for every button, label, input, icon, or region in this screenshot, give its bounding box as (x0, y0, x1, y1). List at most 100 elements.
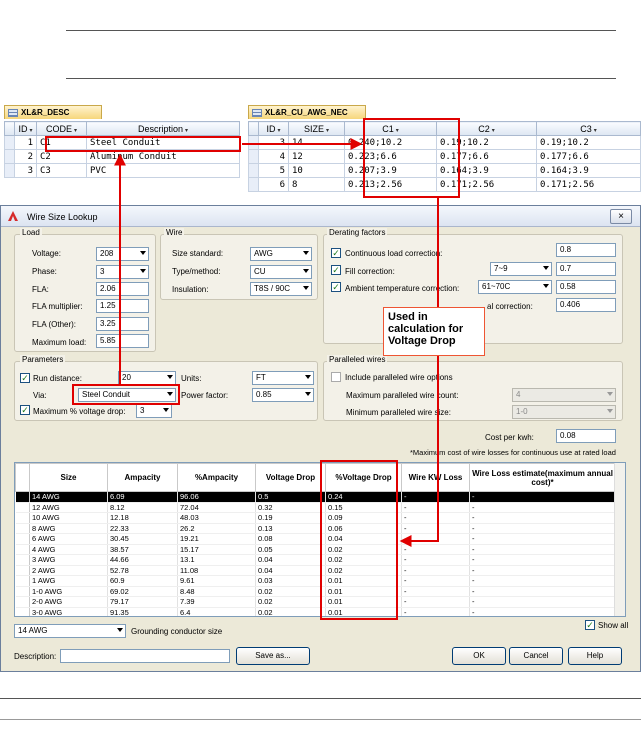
row-selector[interactable] (15, 554, 30, 566)
grid-cell: - (401, 565, 470, 576)
grid-cell: 30.45 (107, 533, 178, 545)
table-row[interactable]: 1 AWG 60.9 9.61 0.03 0.01- - (15, 575, 616, 587)
column-header-code[interactable]: CODE ▾ (36, 121, 87, 136)
row-selector[interactable] (15, 533, 30, 545)
fill-correction-checkbox[interactable]: ✓ (331, 265, 341, 275)
fla-input[interactable]: 2.06 (96, 282, 149, 296)
ambient-range-select[interactable]: 61~70C (478, 280, 552, 294)
row-selector[interactable] (15, 586, 30, 597)
grid-cell: 3-0 AWG (29, 607, 108, 616)
row-selector[interactable] (15, 565, 30, 576)
ambient-temp-label: Ambient temperature correction: (345, 284, 460, 293)
fla-multiplier-input[interactable]: 1.25 (96, 299, 149, 313)
cancel-button[interactable]: Cancel (509, 647, 563, 665)
table-row[interactable]: 3 C3 PVC (4, 163, 240, 178)
via-select-highlight (72, 384, 180, 405)
grid-header-size[interactable]: Size (29, 463, 108, 492)
awg-table-tab[interactable]: XL&R_CU_AWG_NEC (248, 105, 366, 119)
grid-cell: 79.17 (107, 596, 178, 608)
phase-select[interactable]: 3 (96, 265, 149, 279)
table-row[interactable]: 2 AWG 52.78 11.08 0.04 0.02- - (15, 565, 616, 576)
sort-arrow-icon: ▾ (29, 127, 33, 134)
grounding-conductor-label: Grounding conductor size (131, 627, 223, 636)
total-correction-input[interactable]: 0.406 (556, 298, 616, 312)
grid-vertical-scrollbar[interactable] (614, 463, 625, 616)
maximum-load-input[interactable]: 5.85 (96, 334, 149, 348)
power-factor-select[interactable]: 0.85 (252, 388, 314, 402)
run-distance-checkbox[interactable]: ✓ (20, 373, 30, 383)
help-button[interactable]: Help (568, 647, 622, 665)
grid-header-wire-kw-loss[interactable]: Wire KW Loss (401, 463, 470, 492)
row-selector[interactable] (15, 575, 30, 587)
grid-cell: 8.12 (107, 502, 178, 513)
row-selector[interactable] (15, 512, 30, 524)
derating-group-label: Derating factors (327, 228, 388, 237)
row-selector[interactable] (15, 596, 30, 608)
include-paralleled-checkbox[interactable] (331, 372, 341, 382)
run-distance-input[interactable]: 20 (118, 371, 176, 385)
table-row[interactable]: 6 AWG 30.45 19.21 0.08 0.04- - (15, 533, 616, 545)
description-input[interactable] (60, 649, 230, 663)
grid-cell: 19.21 (177, 533, 256, 545)
close-button[interactable]: × (610, 209, 632, 224)
column-header-size[interactable]: SIZE ▾ (288, 121, 345, 136)
grid-cell: 14 AWG (29, 491, 108, 503)
table-row[interactable]: 4 AWG 38.57 15.17 0.05 0.02- - (15, 544, 616, 555)
fill-range-select[interactable]: 7~9 (490, 262, 552, 276)
show-all-checkbox[interactable]: ✓ (585, 620, 595, 630)
grid-header-ampacity[interactable]: Ampacity (107, 463, 178, 492)
description-label: Description: (14, 652, 57, 661)
table-row[interactable]: 3 AWG 44.66 13.1 0.04 0.02- - (15, 554, 616, 566)
cost-per-kwh-input[interactable]: 0.08 (556, 429, 616, 443)
row-selector[interactable] (15, 607, 30, 616)
insulation-select[interactable]: T8S / 90C (250, 282, 312, 296)
table-row[interactable]: 12 AWG 8.12 72.04 0.32 0.15- - (15, 502, 616, 513)
grounding-conductor-select[interactable]: 14 AWG (14, 624, 126, 638)
row-selector[interactable] (15, 502, 30, 513)
row-selector[interactable] (15, 523, 30, 534)
grid-cell: 44.66 (107, 554, 178, 566)
ambient-temp-checkbox[interactable]: ✓ (331, 282, 341, 292)
grid-header-pct-ampacity[interactable]: %Ampacity (177, 463, 256, 492)
grid-cell: - (401, 523, 470, 534)
type-method-select[interactable]: CU (250, 265, 312, 279)
maximum-load-label: Maximum load: (32, 338, 87, 347)
row-selector[interactable] (15, 544, 30, 555)
table-row[interactable]: 3-0 AWG 91.35 6.4 0.02 0.01- - (15, 607, 616, 616)
max-voltage-drop-select[interactable]: 3 (136, 404, 172, 418)
table-row[interactable]: 1-0 AWG 69.02 8.48 0.02 0.01- - (15, 586, 616, 597)
voltage-select[interactable]: 208 (96, 247, 149, 261)
units-select[interactable]: FT (252, 371, 314, 385)
grid-cell: 26.2 (177, 523, 256, 534)
fla-other-input[interactable]: 3.25 (96, 317, 149, 331)
column-header-description[interactable]: Description ▾ (86, 121, 240, 136)
column-header-id[interactable]: ID ▾ (258, 121, 289, 136)
table-row[interactable]: 10 AWG 12.18 48.03 0.19 0.09- - (15, 512, 616, 524)
desc-table-tab[interactable]: XL&R_DESC (4, 105, 102, 119)
continuous-load-checkbox[interactable]: ✓ (331, 248, 341, 258)
ok-button[interactable]: OK (452, 647, 506, 665)
grid-cell: 15.17 (177, 544, 256, 555)
size-standard-select[interactable]: AWG (250, 247, 312, 261)
table-row[interactable]: 2-0 AWG 79.17 7.39 0.02 0.01- - (15, 596, 616, 608)
grid-header-wire-loss-estimate[interactable]: Wire Loss estimate(maximum annual cost)* (469, 463, 616, 492)
row-selector[interactable] (15, 491, 30, 503)
grid-header-voltage-drop[interactable]: Voltage Drop (255, 463, 326, 492)
chevron-down-icon (140, 251, 146, 255)
max-paralleled-count-select[interactable]: 4 (512, 388, 616, 402)
grid-cell: 0.02 (255, 586, 326, 597)
fill-correction-input[interactable]: 0.7 (556, 262, 616, 276)
table-row[interactable]: 8 AWG 22.33 26.2 0.13 0.06- - (15, 523, 616, 534)
min-paralleled-size-select[interactable]: 1-0 (512, 405, 616, 419)
dialog-titlebar[interactable]: Wire Size Lookup × (1, 206, 640, 227)
cost-per-kwh-label: Cost per kwh: (485, 433, 534, 442)
save-as-button[interactable]: Save as... (236, 647, 310, 665)
continuous-load-input[interactable]: 0.8 (556, 243, 616, 257)
results-table: Size Ampacity %Ampacity Voltage Drop %Vo… (15, 463, 616, 616)
max-voltage-drop-checkbox[interactable]: ✓ (20, 405, 30, 415)
column-header-c3[interactable]: C3 ▾ (536, 121, 641, 136)
table-row[interactable]: 14 AWG 6.09 96.06 0.5 0.24- - (15, 491, 616, 503)
ambient-temp-input[interactable]: 0.58 (556, 280, 616, 294)
chevron-down-icon (167, 375, 173, 379)
column-header-id[interactable]: ID ▾ (14, 121, 37, 136)
